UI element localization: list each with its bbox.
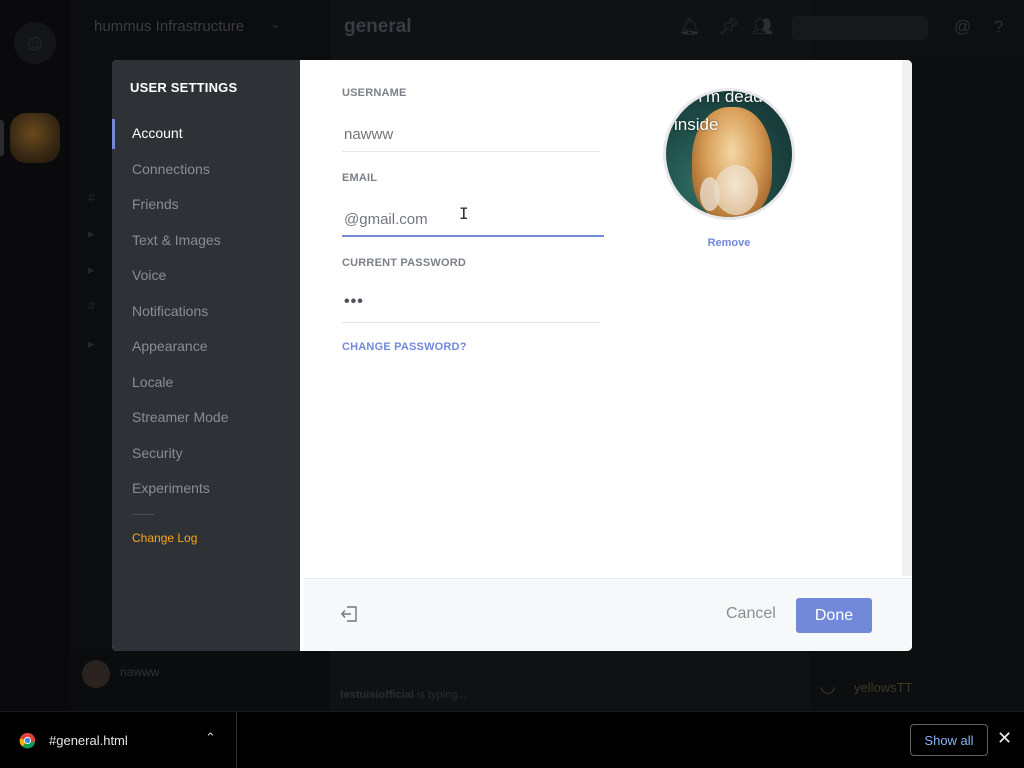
remove-avatar-button[interactable]: Remove	[696, 237, 762, 249]
username-label: USERNAME	[342, 87, 407, 99]
change-password-link[interactable]: CHANGE PASSWORD?	[342, 341, 467, 353]
help-icon: ?	[994, 17, 1004, 36]
scrollbar[interactable]	[902, 60, 912, 576]
chevron-up-icon[interactable]: ⌃	[205, 730, 216, 746]
close-icon[interactable]: ✕	[997, 728, 1012, 749]
settings-sidebar: USER SETTINGS Account Connections Friends T…	[112, 60, 300, 651]
password-field[interactable]: •••	[344, 293, 364, 311]
cancel-button[interactable]: Cancel	[726, 605, 776, 623]
show-all-button[interactable]: Show all	[910, 724, 988, 756]
chevron-down-icon: ⌄	[270, 16, 281, 31]
sidebar-item-friends[interactable]: Friends	[112, 187, 300, 223]
sidebar-item-account[interactable]: Account	[112, 116, 300, 152]
sidebar-item-streamer-mode[interactable]: Streamer Mode	[112, 400, 300, 436]
friends-home-icon: ☺	[14, 22, 56, 64]
avatar: I'm dead inside	[666, 91, 792, 217]
settings-title: USER SETTINGS	[130, 80, 238, 95]
sidebar-item-voice[interactable]: Voice	[112, 258, 300, 294]
sidebar-item-appearance[interactable]: Appearance	[112, 329, 300, 365]
avatar-caption-line1: I'm dead	[698, 91, 763, 106]
server-selected-marker	[0, 120, 4, 156]
channel-item: #	[88, 298, 96, 313]
member-name: yellowsTT	[854, 680, 913, 695]
member-avatar-icon: ◡	[820, 676, 836, 696]
typing-text: is typing...	[417, 689, 467, 701]
download-shelf: #general.html ⌃ Show all ✕	[0, 711, 1024, 768]
logout-icon[interactable]	[340, 605, 358, 623]
pin-icon: 📌︎	[718, 17, 740, 36]
mention-icon: @	[954, 17, 972, 36]
settings-nav: Account Connections Friends Text & Images Vo…	[112, 116, 300, 507]
search-box	[792, 16, 928, 40]
settings-footer: Cancel Done	[304, 578, 912, 651]
avatar-hamster-paw	[700, 177, 720, 211]
text-cursor-icon: I	[459, 204, 469, 223]
sidebar-item-notifications[interactable]: Notifications	[112, 294, 300, 330]
channel-item: ▸	[88, 226, 95, 241]
user-panel	[70, 652, 330, 711]
account-panel: USERNAME EMAIL I CURRENT PASSWORD ••• CH…	[300, 60, 912, 651]
sidebar-item-security[interactable]: Security	[112, 436, 300, 472]
download-item[interactable]: #general.html ⌃	[0, 712, 237, 768]
server-icon	[10, 113, 60, 163]
bell-icon: 🔔︎	[679, 17, 701, 36]
chrome-file-icon	[19, 732, 36, 749]
channel-item: ▸	[88, 336, 95, 351]
sidebar-divider	[132, 514, 154, 515]
done-button[interactable]: Done	[796, 598, 872, 633]
password-underline	[342, 322, 600, 323]
channel-item: ▸	[88, 262, 95, 277]
avatar-caption-line2: inside	[674, 115, 719, 134]
email-label: EMAIL	[342, 172, 378, 184]
download-file-name: #general.html	[49, 733, 128, 748]
sidebar-item-locale[interactable]: Locale	[112, 365, 300, 401]
changelog-link[interactable]: Change Log	[132, 531, 197, 545]
avatar-uploader[interactable]: I'm dead inside	[663, 88, 795, 220]
members-icon: 👥︎	[752, 17, 774, 36]
password-label: CURRENT PASSWORD	[342, 257, 466, 269]
user-settings-modal: USER SETTINGS Account Connections Friends T…	[112, 60, 912, 651]
typing-indicator: testuisiofficial is typing...	[340, 689, 467, 701]
channel-title: general	[344, 16, 412, 37]
user-panel-name: nawww	[120, 665, 160, 679]
user-avatar	[82, 660, 110, 688]
sidebar-item-experiments[interactable]: Experiments	[112, 471, 300, 507]
sidebar-item-connections[interactable]: Connections	[112, 152, 300, 188]
avatar-hamster-belly	[714, 165, 758, 215]
server-name: hummus Infrastructure	[94, 18, 245, 35]
email-field[interactable]	[342, 203, 604, 237]
server-list	[0, 0, 70, 711]
sidebar-item-text-images[interactable]: Text & Images	[112, 223, 300, 259]
typing-user: testuisiofficial	[340, 689, 414, 701]
channel-item: #	[88, 190, 96, 205]
username-field[interactable]	[342, 118, 600, 152]
